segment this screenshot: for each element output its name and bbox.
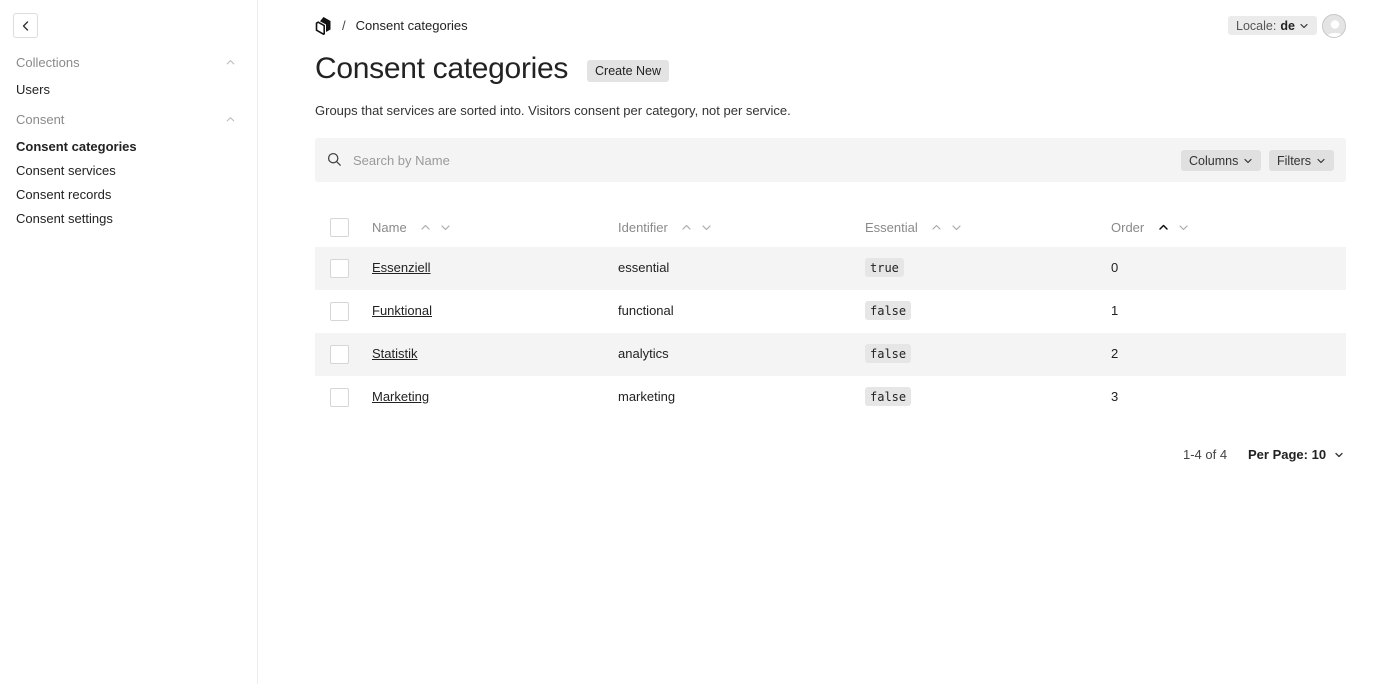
per-page-label: Per Page: 10	[1248, 447, 1327, 462]
sort-ascending-button[interactable]	[680, 221, 694, 235]
sort-descending-button[interactable]	[700, 221, 714, 235]
sort-descending-button[interactable]	[1176, 221, 1190, 235]
nav-group-consent[interactable]: Consent	[16, 112, 236, 127]
table-row: Statistik analytics false 2	[315, 333, 1346, 376]
nav-group-label: Consent	[16, 112, 65, 127]
list-controls: Columns Filters	[315, 138, 1346, 182]
row-name-link[interactable]: Statistik	[372, 346, 418, 361]
chevron-down-icon	[1300, 23, 1308, 28]
payload-logo-icon[interactable]	[315, 16, 332, 35]
table-row: Essenziell essential true 0	[315, 247, 1346, 290]
chevron-up-icon	[226, 60, 235, 65]
data-table: Name Identifier Essential Order Essenzie…	[315, 207, 1346, 419]
row-checkbox[interactable]	[330, 259, 349, 278]
chevron-up-icon	[226, 117, 235, 122]
row-essential-badge: true	[865, 258, 904, 277]
filters-label: Filters	[1277, 153, 1312, 168]
select-all-checkbox[interactable]	[330, 218, 349, 237]
chevron-down-icon	[1179, 225, 1188, 231]
column-header-essential: Essential	[865, 220, 964, 235]
locale-label: Locale:	[1236, 18, 1277, 33]
avatar[interactable]	[1322, 14, 1346, 38]
sort-descending-button[interactable]	[439, 221, 453, 235]
row-checkbox[interactable]	[330, 302, 349, 321]
pagination-count: 1-4 of 4	[1183, 447, 1228, 462]
sort-descending-button[interactable]	[950, 221, 964, 235]
page-description: Groups that services are sorted into. Vi…	[315, 103, 791, 118]
chevron-down-icon	[952, 225, 961, 231]
chevron-down-icon	[702, 225, 711, 231]
sidebar: Collections Users Consent Consent catego…	[0, 0, 258, 684]
sidebar-item-consent-categories[interactable]: Consent categories	[16, 139, 137, 154]
filters-button[interactable]: Filters	[1269, 150, 1335, 171]
nav-group-collections[interactable]: Collections	[16, 55, 236, 70]
row-identifier: analytics	[618, 346, 669, 361]
row-essential-badge: false	[865, 301, 912, 320]
row-order: 2	[1111, 346, 1119, 361]
sidebar-item-users[interactable]: Users	[16, 82, 50, 97]
chevron-down-icon	[441, 225, 450, 231]
locale-value: de	[1280, 18, 1295, 33]
sort-ascending-button[interactable]	[930, 221, 944, 235]
page-title: Consent categories	[315, 52, 569, 85]
column-label: Essential	[865, 220, 918, 235]
row-name-link[interactable]: Marketing	[372, 389, 429, 404]
search-input[interactable]	[353, 149, 953, 171]
chevron-up-icon	[932, 224, 941, 230]
chevron-up-icon	[682, 224, 691, 230]
locale-selector[interactable]: Locale: de	[1228, 16, 1317, 35]
row-name-link[interactable]: Funktional	[372, 303, 432, 318]
sort-ascending-button-active[interactable]	[1156, 221, 1170, 235]
create-new-button[interactable]: Create New	[587, 60, 669, 82]
chevron-up-icon	[1158, 224, 1168, 230]
sidebar-item-consent-services[interactable]: Consent services	[16, 163, 116, 178]
column-header-name: Name	[372, 220, 453, 235]
row-order: 3	[1111, 389, 1119, 404]
column-label: Order	[1111, 220, 1145, 235]
row-identifier: functional	[618, 303, 674, 318]
row-identifier: essential	[618, 260, 670, 275]
row-order: 0	[1111, 260, 1119, 275]
breadcrumb-current: Consent categories	[355, 18, 468, 33]
chevron-down-icon	[1317, 158, 1325, 163]
sidebar-item-consent-settings[interactable]: Consent settings	[16, 211, 113, 226]
user-icon	[1326, 20, 1344, 37]
row-order: 1	[1111, 303, 1119, 318]
table-row: Marketing marketing false 3	[315, 376, 1346, 419]
nav-group-label: Collections	[16, 55, 80, 70]
breadcrumb: / Consent categories	[315, 16, 468, 35]
columns-button[interactable]: Columns	[1181, 150, 1262, 171]
row-checkbox[interactable]	[330, 345, 349, 364]
row-essential-badge: false	[865, 344, 912, 363]
back-button[interactable]	[13, 13, 38, 38]
chevron-down-icon	[1244, 158, 1252, 163]
sidebar-item-consent-records[interactable]: Consent records	[16, 187, 111, 202]
row-checkbox[interactable]	[330, 388, 349, 407]
sort-ascending-button[interactable]	[419, 221, 433, 235]
column-label: Name	[372, 220, 407, 235]
column-label: Identifier	[618, 220, 668, 235]
row-name-link[interactable]: Essenziell	[372, 260, 431, 275]
breadcrumb-separator: /	[342, 18, 346, 33]
columns-label: Columns	[1189, 153, 1239, 168]
chevron-left-icon	[22, 20, 28, 31]
row-identifier: marketing	[618, 389, 676, 404]
table-row: Funktional functional false 1	[315, 290, 1346, 333]
chevron-down-icon	[1335, 452, 1343, 457]
column-header-identifier: Identifier	[618, 220, 714, 235]
column-header-order: Order	[1111, 220, 1190, 235]
per-page-selector[interactable]: Per Page: 10	[1248, 447, 1344, 462]
search-icon	[327, 152, 341, 166]
chevron-up-icon	[421, 224, 430, 230]
table-header: Name Identifier Essential Order	[315, 207, 1346, 247]
row-essential-badge: false	[865, 387, 912, 406]
